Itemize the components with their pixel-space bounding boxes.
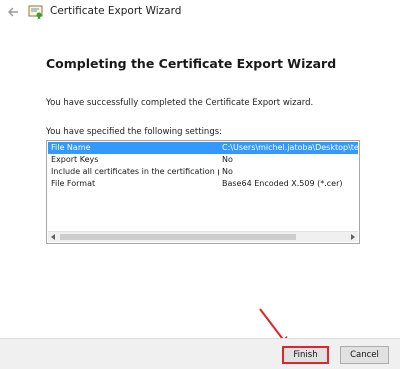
setting-name: File Name <box>51 143 91 152</box>
setting-name: Export Keys <box>51 155 99 164</box>
cancel-button[interactable]: Cancel <box>340 346 389 364</box>
setting-value: C:\Users\michel.jatoba\Desktop\teste.cer <box>222 143 358 152</box>
horizontal-scrollbar[interactable] <box>48 231 358 242</box>
window-title: Certificate Export Wizard <box>50 5 182 17</box>
setting-value: Base64 Encoded X.509 (*.cer) <box>222 179 343 188</box>
setting-name: Include all certificates in the certific… <box>51 167 219 176</box>
scroll-left-icon[interactable] <box>51 234 55 240</box>
settings-row-file-name[interactable]: File Name C:\Users\michel.jatoba\Desktop… <box>48 142 358 154</box>
success-message: You have successfully completed the Cert… <box>46 98 314 108</box>
page-heading: Completing the Certificate Export Wizard <box>46 56 337 71</box>
settings-row-file-format[interactable]: File Format Base64 Encoded X.509 (*.cer) <box>48 178 358 190</box>
certificate-icon <box>28 5 43 20</box>
scrollbar-thumb[interactable] <box>60 234 296 240</box>
scroll-right-icon[interactable] <box>351 234 355 240</box>
settings-intro-label: You have specified the following setting… <box>46 127 223 137</box>
title-bar: Certificate Export Wizard <box>0 0 400 24</box>
settings-row-export-keys[interactable]: Export Keys No <box>48 154 358 166</box>
setting-value: No <box>222 167 233 176</box>
settings-list[interactable]: File Name C:\Users\michel.jatoba\Desktop… <box>46 140 360 244</box>
setting-name: File Format <box>51 179 96 188</box>
certificate-export-wizard-window: Certificate Export Wizard Completing the… <box>0 0 400 369</box>
back-arrow-icon[interactable] <box>6 5 20 19</box>
setting-value: No <box>222 155 233 164</box>
button-bar: Finish Cancel <box>0 338 400 369</box>
finish-button[interactable]: Finish <box>282 346 329 364</box>
settings-row-include-all-certificates[interactable]: Include all certificates in the certific… <box>48 166 358 178</box>
